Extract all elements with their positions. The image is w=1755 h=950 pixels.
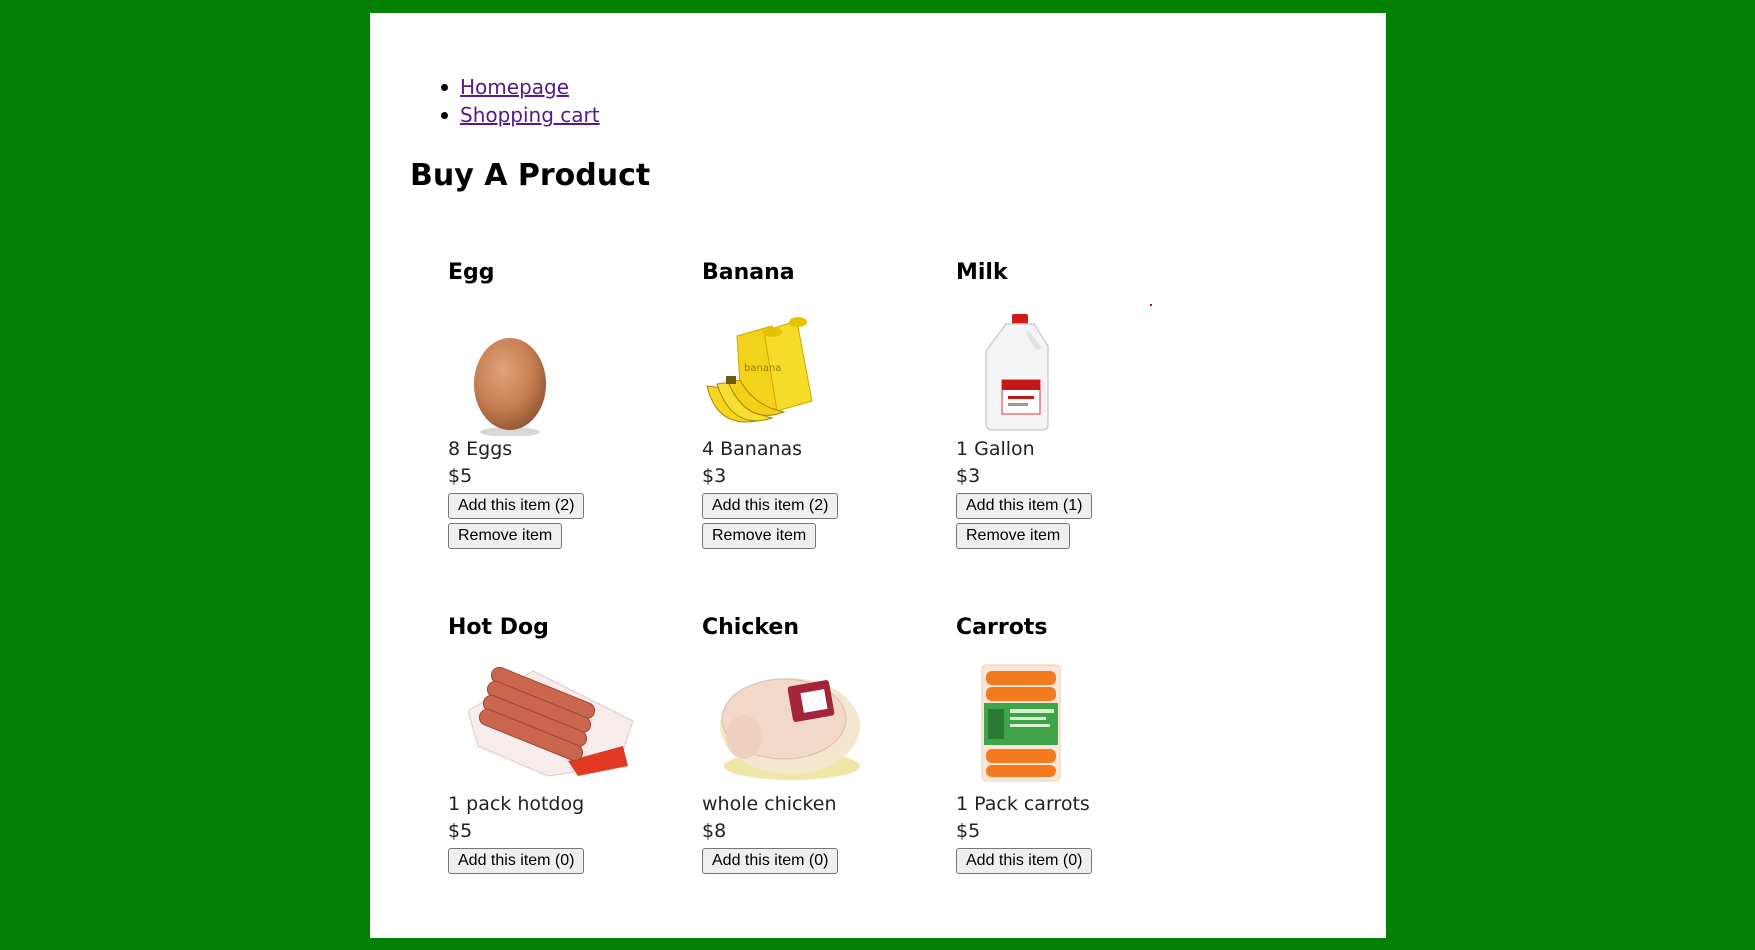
milk-jug-icon: [956, 296, 1176, 436]
add-item-button[interactable]: Add this item (1): [956, 493, 1093, 519]
hotdog-pack-icon: [448, 651, 668, 791]
product-name: Egg: [448, 260, 495, 285]
product-card-hot-dog: Hot Dog 1 pack hotdog $5 Add this item (…: [448, 613, 668, 874]
add-item-button[interactable]: Add this item (2): [702, 493, 839, 519]
remove-item-button[interactable]: Remove item: [702, 523, 817, 549]
product-name: Banana: [702, 260, 795, 285]
add-item-button[interactable]: Add this item (0): [702, 848, 839, 874]
banana-icon: banana: [702, 296, 922, 436]
product-desc: 1 Gallon: [956, 438, 1035, 460]
product-card-banana: Banana banana 4 Bananas $3 Add this item…: [702, 258, 922, 549]
remove-item-button[interactable]: Remove item: [956, 523, 1071, 549]
page-title: Buy A Product: [410, 158, 651, 193]
product-card-milk: Milk 1 Gallon $3 Add this item (1) Remov…: [956, 258, 1176, 549]
nav-item-cart: Shopping cart: [441, 101, 600, 129]
product-desc: 1 pack hotdog: [448, 793, 585, 815]
add-item-button[interactable]: Add this item (0): [956, 848, 1093, 874]
product-desc: 4 Bananas: [702, 438, 803, 460]
product-name: Hot Dog: [448, 615, 549, 640]
product-price: $8: [702, 820, 727, 842]
shopping-cart-link[interactable]: Shopping cart: [460, 103, 600, 127]
product-price: $3: [956, 465, 981, 487]
product-desc: 8 Eggs: [448, 438, 513, 460]
carrot-bag-icon: [956, 651, 1176, 791]
product-desc: 1 Pack carrots: [956, 793, 1090, 815]
product-name: Chicken: [702, 615, 800, 640]
product-name: Carrots: [956, 615, 1048, 640]
add-item-button[interactable]: Add this item (0): [448, 848, 585, 874]
product-desc: whole chicken: [702, 793, 837, 815]
product-price: $5: [956, 820, 981, 842]
content-panel: Homepage Shopping cart Buy A Product Egg…: [370, 13, 1386, 938]
homepage-link[interactable]: Homepage: [460, 75, 569, 99]
nav-item-homepage: Homepage: [441, 73, 600, 101]
product-price: $5: [448, 820, 473, 842]
product-name: Milk: [956, 260, 1008, 285]
whole-chicken-icon: [702, 651, 922, 791]
nav-list: Homepage Shopping cart: [441, 73, 600, 129]
product-price: $5: [448, 465, 473, 487]
product-card-egg: Egg 8 Eggs $5 Add this item (2) Remove i…: [448, 258, 668, 549]
product-price: $3: [702, 465, 727, 487]
product-card-carrots: Carrots 1 Pack carrots $5 Add this item …: [956, 613, 1176, 874]
egg-icon: [448, 296, 668, 437]
product-card-chicken: Chicken whole chicken $8 Add this item (…: [702, 613, 922, 874]
remove-item-button[interactable]: Remove item: [448, 523, 563, 549]
svg-text:banana: banana: [744, 363, 781, 374]
add-item-button[interactable]: Add this item (2): [448, 493, 585, 519]
